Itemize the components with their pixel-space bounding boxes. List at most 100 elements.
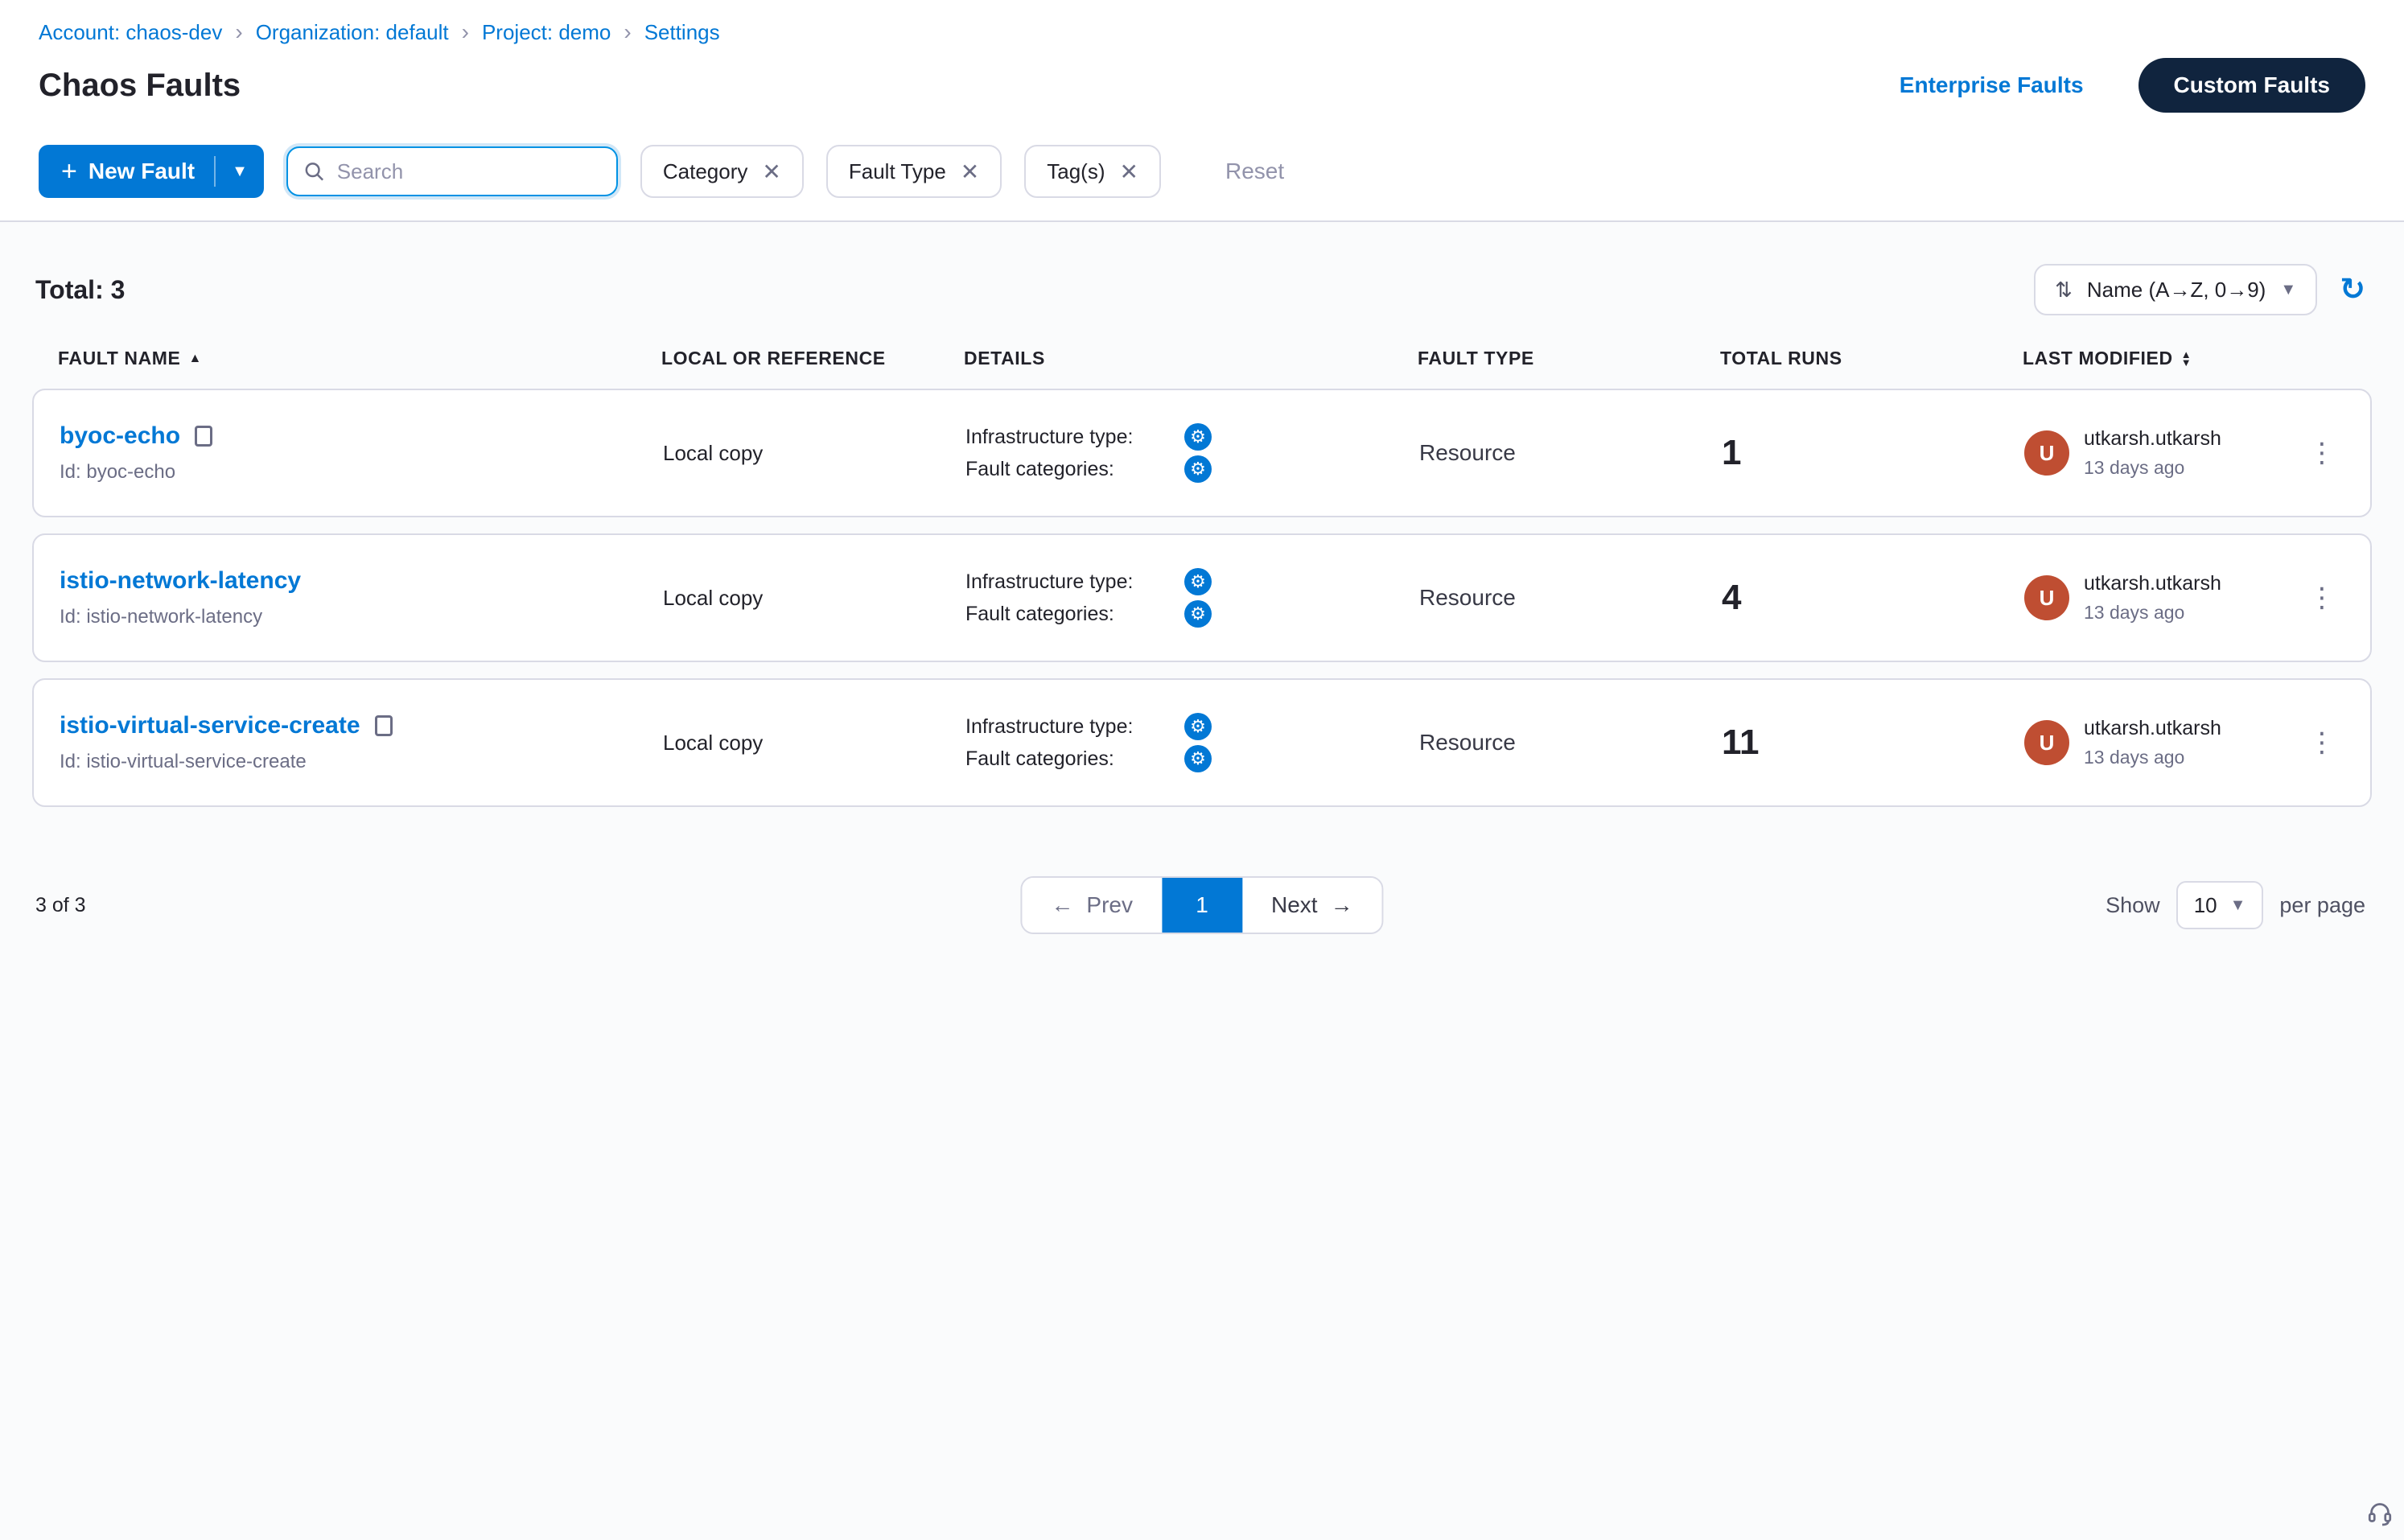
breadcrumb-organization[interactable]: Organization: default [256,20,449,45]
modified-by-user: utkarsh.utkarsh [2084,572,2221,595]
fault-name-cell: istio-virtual-service-create Id: istio-v… [60,712,663,773]
chevron-down-icon: ▼ [2230,896,2246,915]
page-range: 3 of 3 [35,894,86,917]
modified-by-user: utkarsh.utkarsh [2084,717,2221,740]
close-icon[interactable]: ✕ [961,159,979,185]
arrow-right-icon: → [1331,892,1353,918]
total-runs-cell: 1 [1722,433,2024,473]
fault-id: Id: istio-virtual-service-create [60,751,663,773]
local-or-reference-cell: Local copy [663,586,965,611]
search-box [286,146,618,196]
filter-chip-fault-type[interactable]: Fault Type ✕ [826,145,1002,198]
fault-categories-label: Fault categories: [965,458,1184,481]
total-runs-cell: 11 [1722,723,2024,763]
column-last-modified[interactable]: LAST MODIFIED ▲▼ [2023,348,2301,369]
kubernetes-icon: ⚙ [1184,745,1212,772]
pager: ← Prev 1 Next → [1020,876,1383,934]
column-fault-type: FAULT TYPE [1418,348,1720,369]
breadcrumb-separator-icon: › [235,19,242,45]
kubernetes-icon: ⚙ [1184,455,1212,483]
support-icon[interactable] [2365,1498,2394,1534]
reset-filters-link[interactable]: Reset [1225,159,1284,184]
table-row: byoc-echo Id: byoc-echo Local copy Infra… [32,389,2372,517]
kubernetes-icon: ⚙ [1184,713,1212,740]
fault-type-cell: Resource [1419,730,1722,756]
filter-chip-category[interactable]: Category ✕ [640,145,804,198]
plus-icon: + [61,156,77,187]
fault-type-cell: Resource [1419,585,1722,611]
page-1-button[interactable]: 1 [1162,878,1242,933]
infrastructure-type-label: Infrastructure type: [965,570,1184,594]
table-header-row: FAULT NAME ▲ LOCAL OR REFERENCE DETAILS … [32,338,2372,389]
sort-dropdown[interactable]: ⇅ Name (A→Z, 0→9) ▼ [2034,264,2317,315]
fault-categories-label: Fault categories: [965,603,1184,626]
breadcrumb: Account: chaos-dev › Organization: defau… [39,19,2365,45]
last-modified-cell: U utkarsh.utkarsh 13 days ago [2024,717,2299,768]
close-icon[interactable]: ✕ [1120,159,1138,185]
last-modified-cell: U utkarsh.utkarsh 13 days ago [2024,427,2299,479]
chevron-down-icon: ▼ [2280,281,2296,299]
faults-table: FAULT NAME ▲ LOCAL OR REFERENCE DETAILS … [0,338,2404,807]
prev-page-button[interactable]: ← Prev [1022,878,1162,933]
custom-faults-button[interactable]: Custom Faults [2138,58,2365,113]
modified-by-user: utkarsh.utkarsh [2084,427,2221,451]
kubernetes-icon: ⚙ [1184,423,1212,451]
kubernetes-icon: ⚙ [1184,568,1212,595]
sort-value: Name (A→Z, 0→9) [2087,278,2266,303]
search-icon [304,160,324,183]
row-menu-icon[interactable]: ⋮ [2299,727,2344,759]
filter-chip-tags[interactable]: Tag(s) ✕ [1024,145,1161,198]
column-local-or-reference: LOCAL OR REFERENCE [661,348,964,369]
enterprise-faults-link[interactable]: Enterprise Faults [1900,72,2084,98]
new-fault-button[interactable]: + New Fault ▼ [39,145,264,198]
arrow-left-icon: ← [1051,892,1073,918]
avatar: U [2024,430,2069,476]
breadcrumb-project[interactable]: Project: demo [482,20,611,45]
page-title: Chaos Faults [39,68,241,104]
document-icon[interactable] [375,715,393,736]
local-or-reference-cell: Local copy [663,731,965,756]
infrastructure-type-label: Infrastructure type: [965,715,1184,739]
modified-time: 13 days ago [2084,747,2221,768]
row-menu-icon[interactable]: ⋮ [2299,437,2344,469]
breadcrumb-separator-icon: › [624,19,631,45]
breadcrumb-account[interactable]: Account: chaos-dev [39,20,222,45]
fault-rows: byoc-echo Id: byoc-echo Local copy Infra… [32,389,2372,807]
kubernetes-icon: ⚙ [1184,600,1212,628]
chevron-down-icon[interactable]: ▼ [216,145,264,198]
breadcrumb-settings[interactable]: Settings [644,20,720,45]
sort-both-icon: ▲▼ [2181,351,2192,367]
filter-label: Tag(s) [1047,159,1105,184]
modified-time: 13 days ago [2084,602,2221,624]
row-menu-icon[interactable]: ⋮ [2299,582,2344,614]
refresh-icon[interactable]: ↻ [2340,274,2365,305]
avatar: U [2024,720,2069,765]
last-modified-cell: U utkarsh.utkarsh 13 days ago [2024,572,2299,624]
per-page-label: per page [2279,893,2365,918]
sort-ascending-icon: ▲ [189,352,202,366]
fault-name-cell: istio-network-latency Id: istio-network-… [60,567,663,628]
fault-name-cell: byoc-echo Id: byoc-echo [60,422,663,484]
next-page-button[interactable]: Next → [1242,878,1382,933]
sort-arrows-icon: ⇅ [2055,278,2073,303]
pagination: 3 of 3 ← Prev 1 Next → Show 10 ▼ per pag… [0,823,2404,929]
search-input[interactable] [337,159,600,184]
toolbar: + New Fault ▼ Category ✕ Fault Type ✕ Ta… [0,129,2404,222]
fault-categories-label: Fault categories: [965,747,1184,771]
infrastructure-type-label: Infrastructure type: [965,426,1184,449]
column-total-runs: TOTAL RUNS [1720,348,2023,369]
page-size-select[interactable]: 10 ▼ [2176,881,2264,929]
document-icon[interactable] [195,426,212,447]
fault-name-link[interactable]: istio-network-latency [60,567,301,595]
breadcrumb-separator-icon: › [462,19,469,45]
fault-name-link[interactable]: byoc-echo [60,422,180,450]
new-fault-label: New Fault [89,159,195,184]
details-cell: Infrastructure type: ⚙ Fault categories:… [965,563,1419,632]
column-details: DETAILS [964,348,1418,369]
filter-label: Category [663,159,748,184]
fault-name-link[interactable]: istio-virtual-service-create [60,712,360,739]
close-icon[interactable]: ✕ [762,159,780,185]
table-row: istio-network-latency Id: istio-network-… [32,533,2372,662]
column-fault-name[interactable]: FAULT NAME ▲ [58,348,661,369]
details-cell: Infrastructure type: ⚙ Fault categories:… [965,418,1419,488]
